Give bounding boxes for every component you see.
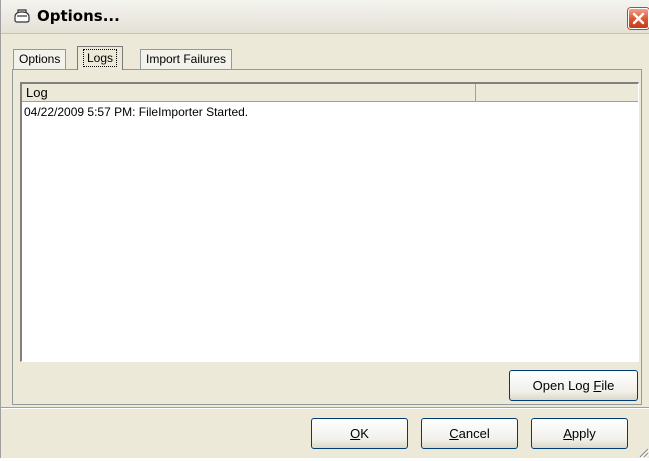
apply-label: pply [571,426,596,441]
button-bar-separator [1,407,649,409]
cancel-label: ancel [458,426,490,441]
close-icon [632,12,645,25]
log-list[interactable]: Log 04/22/2009 5:57 PM: FileImporter Sta… [20,82,639,362]
tab-import-failures[interactable]: Import Failures [140,49,233,69]
ok-button[interactable]: OK [311,418,408,449]
tab-import-failures-label: Import Failures [146,52,227,66]
close-button[interactable] [628,8,649,29]
open-log-file-label: Open Log [532,378,594,393]
cancel-accel: C [449,426,459,441]
column-header-log-label: Log [26,85,48,100]
options-dialog-icon [13,8,31,24]
tab-logs-label: Logs [83,49,118,67]
ok-accel: O [350,426,361,441]
ok-label: K [360,426,369,441]
open-log-file-label-rest: ile [601,378,615,393]
list-item[interactable]: 04/22/2009 5:57 PM: FileImporter Started… [24,105,248,120]
options-dialog: Options... Options Logs Import Failures … [0,0,649,459]
column-header-log[interactable]: Log [22,84,476,102]
title-bar[interactable]: Options... [1,0,649,34]
tab-options-label: Options [19,52,61,66]
tab-options[interactable]: Options [13,49,67,69]
window-title: Options... [37,7,120,25]
tab-logs[interactable]: Logs [77,46,124,70]
apply-accel: A [563,426,572,441]
resize-grip-icon[interactable] [637,446,649,459]
apply-button[interactable]: Apply [531,418,628,449]
open-log-file-button[interactable]: Open Log File [509,370,638,401]
cancel-button[interactable]: Cancel [421,418,518,449]
column-header-blank[interactable] [476,84,638,102]
